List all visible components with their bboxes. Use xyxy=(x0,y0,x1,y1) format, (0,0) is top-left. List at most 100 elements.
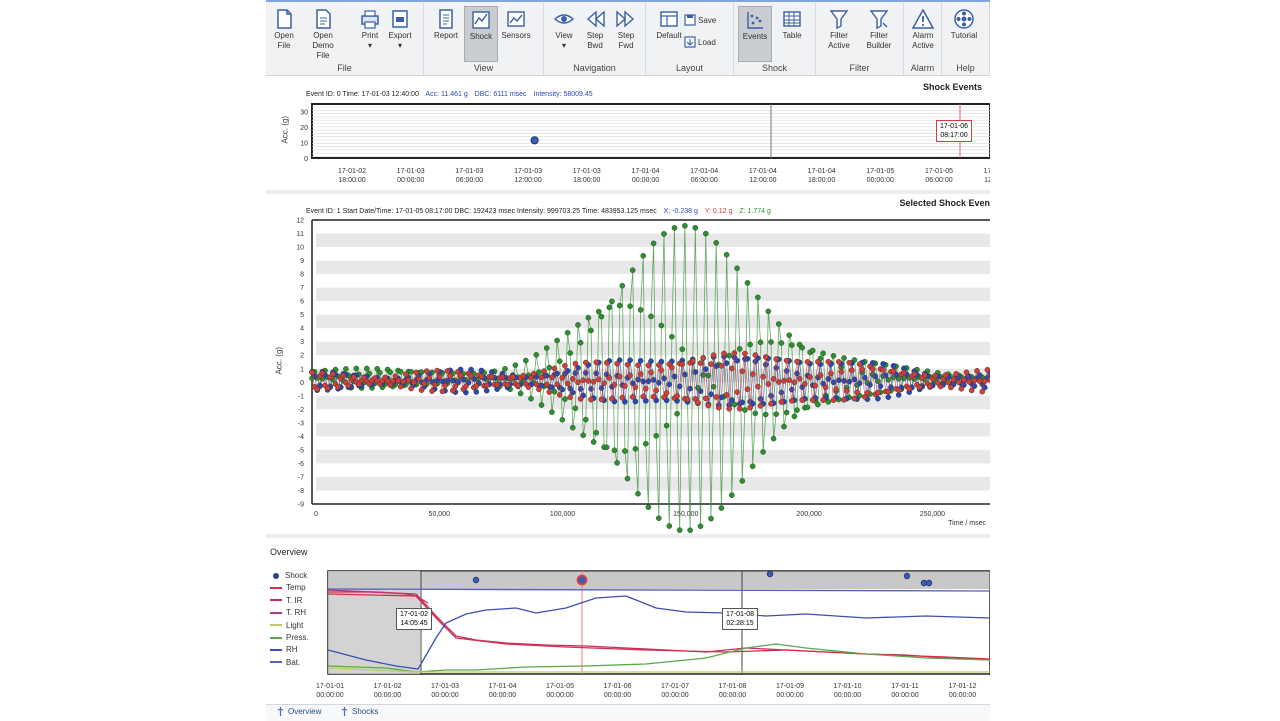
data-point-y xyxy=(645,362,652,369)
x-tick-date: 17-01-11 xyxy=(891,683,919,690)
data-point-y xyxy=(392,373,399,379)
default-button[interactable]: Default xyxy=(652,6,686,62)
data-point-y xyxy=(614,360,620,367)
open-demo-file-button[interactable]: Open Demo File xyxy=(306,6,340,62)
data-point-y xyxy=(736,405,743,412)
button-sublabel: Bwd xyxy=(587,41,603,50)
alarm-active-button[interactable]: Alarm Active xyxy=(906,6,940,62)
filter-builder-button[interactable]: Filter Builder xyxy=(862,6,896,62)
tab-shocks[interactable]: Shocks xyxy=(340,707,378,716)
data-point-z xyxy=(569,424,576,431)
data-point-y xyxy=(794,358,800,365)
ribbon-group-file: File Open File Open Demo File Print ▾ Export ▾ xyxy=(266,2,424,76)
overview-shock-point[interactable] xyxy=(903,572,911,580)
panel-separator-2[interactable] xyxy=(266,534,990,538)
overview-shock-point[interactable] xyxy=(472,576,480,584)
data-point-y xyxy=(702,395,709,402)
data-point-y xyxy=(429,388,435,394)
data-point-y xyxy=(749,371,756,377)
data-point-z xyxy=(768,339,774,345)
data-point-y xyxy=(653,387,660,394)
data-point-z xyxy=(804,404,811,411)
shocks-tab-icon xyxy=(341,707,348,716)
step-fwd-button[interactable]: Step Fwd xyxy=(609,6,643,62)
shock-button[interactable]: Shock xyxy=(464,6,498,62)
data-point-y xyxy=(658,367,665,373)
save-layout-button[interactable]: Save xyxy=(684,12,716,28)
data-point-y xyxy=(595,376,602,383)
tab-overview[interactable]: Overview xyxy=(276,707,321,716)
data-point-y xyxy=(504,381,511,388)
button-sublabel: Active xyxy=(828,41,850,50)
data-point-z xyxy=(554,337,560,344)
data-point-z xyxy=(502,365,508,372)
data-point-y xyxy=(533,381,540,388)
data-point-y xyxy=(945,379,952,386)
alarm-icon xyxy=(912,8,934,29)
overview-shock-point[interactable] xyxy=(766,570,774,578)
data-point-y xyxy=(739,368,746,374)
panel-separator[interactable] xyxy=(266,190,990,194)
data-point-y xyxy=(423,368,430,374)
button-sublabel: Builder xyxy=(866,41,892,50)
table-button[interactable]: Table xyxy=(775,6,809,62)
save-layout-icon xyxy=(684,14,696,26)
data-point-y xyxy=(350,374,357,380)
shock-event-point[interactable] xyxy=(530,136,539,145)
button-label: Events xyxy=(742,32,768,41)
ribbon-group-label: Filter xyxy=(849,63,870,73)
overview-chart[interactable]: 17-01-01 00:00:00 17-01-02 00:00:00 17-01-03… xyxy=(266,568,990,702)
data-point-y xyxy=(483,382,490,389)
data-point-x xyxy=(478,367,485,374)
view-button[interactable]: View ▾ xyxy=(547,6,581,62)
selected-event-chart[interactable]: 1211109876543210-1-2-3-4-5-6-7-8-90 50,00… xyxy=(266,214,990,534)
data-point-z xyxy=(765,308,772,315)
data-point-y xyxy=(775,379,782,385)
x-tick-time: 12:00:00 xyxy=(749,177,776,184)
selected-event-xlabel: Time / msec xyxy=(948,520,986,527)
data-point-y xyxy=(804,359,811,365)
data-point-z xyxy=(653,432,660,439)
filter-active-button[interactable]: Filter Active xyxy=(822,6,856,62)
shock-events-info: Event ID: 0 Time: 17-01-03 12:40:00 Acc:… xyxy=(306,91,598,98)
ribbon-group-label: Layout xyxy=(675,63,704,73)
export-button[interactable]: Export ▾ xyxy=(383,6,417,62)
data-point-y xyxy=(958,385,965,392)
data-point-y xyxy=(457,372,464,379)
ribbon-group-label: File xyxy=(337,63,352,73)
button-label: View xyxy=(555,31,573,40)
data-point-y xyxy=(309,369,315,376)
y-tick-label: -9 xyxy=(298,502,304,509)
data-point-y xyxy=(710,352,717,358)
print-button[interactable]: Print ▾ xyxy=(353,6,387,62)
data-point-x xyxy=(890,362,897,369)
data-point-z xyxy=(408,368,414,375)
button-sublabel: Demo File xyxy=(312,41,334,60)
data-point-y xyxy=(817,372,824,379)
data-point-z xyxy=(723,251,730,258)
load-layout-button[interactable]: Load xyxy=(684,34,716,50)
x-tick-time: 00:00:00 xyxy=(867,177,894,184)
data-point-z xyxy=(718,505,725,511)
overview-shock-point[interactable] xyxy=(576,574,588,586)
y-tick-label: 20 xyxy=(300,125,308,132)
x-tick-time: 18:00:00 xyxy=(573,177,600,184)
report-button[interactable]: Report xyxy=(429,6,463,62)
tutorial-button[interactable]: Tutorial xyxy=(947,6,981,62)
open-file-button[interactable]: Open File xyxy=(267,6,301,62)
x-tick-time: 06:00:00 xyxy=(925,177,952,184)
data-point-y xyxy=(932,372,939,379)
overview-shock-point[interactable] xyxy=(925,579,933,587)
data-point-z xyxy=(682,223,688,229)
x-tick-time: 00:00:00 xyxy=(834,692,861,699)
data-point-y xyxy=(439,388,446,395)
sensors-button[interactable]: Sensors xyxy=(499,6,533,62)
data-point-z xyxy=(658,322,665,329)
step-bwd-button[interactable]: Step Bwd xyxy=(578,6,612,62)
data-point-y xyxy=(541,368,547,374)
shock-events-chart[interactable]: 30 20 10 0 17-01-02 18:00:00 17-01-03 00:00:00 1… xyxy=(266,100,990,190)
x-tick-time: 06:00:00 xyxy=(456,177,483,184)
data-point-y xyxy=(815,358,821,365)
events-button[interactable]: Events xyxy=(738,6,772,62)
x-tick-time: 00:00:00 xyxy=(719,692,746,699)
